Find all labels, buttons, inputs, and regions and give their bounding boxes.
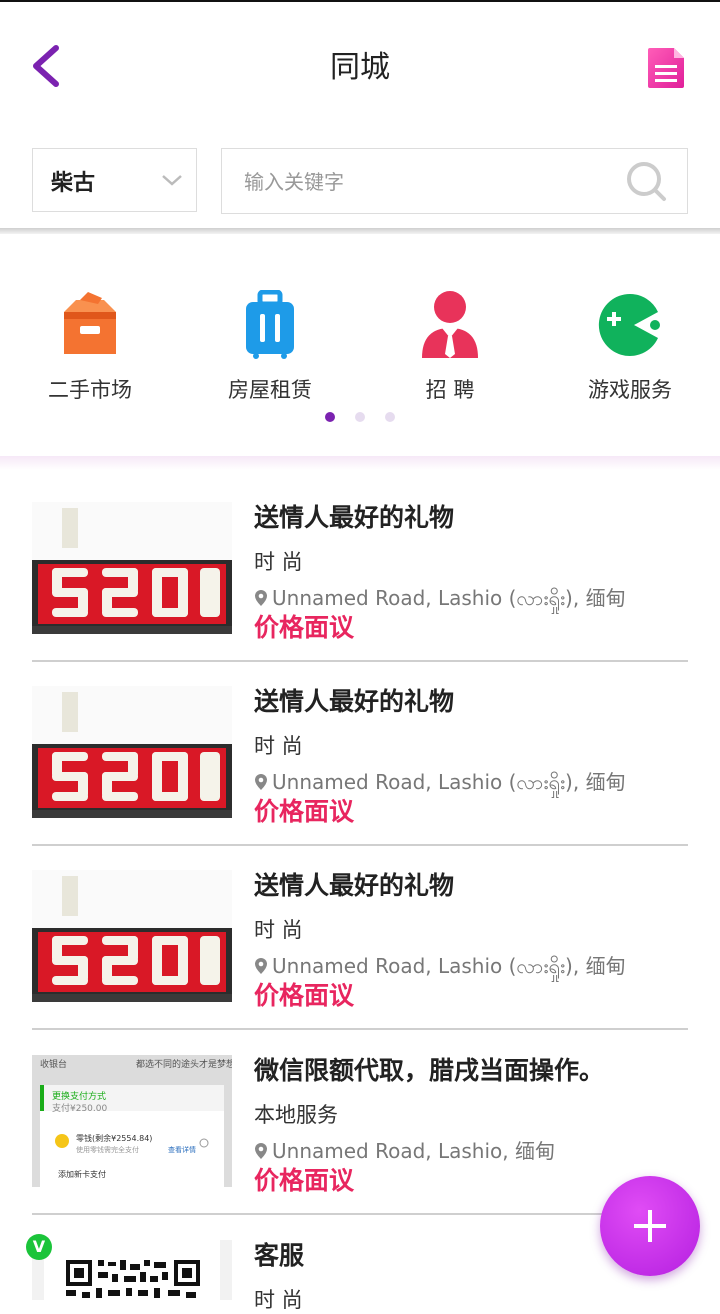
- rose-box-image: [32, 502, 232, 634]
- divider: [0, 456, 720, 470]
- image-text: 使用零钱需完全支付: [76, 1145, 139, 1154]
- listing-image: [32, 870, 232, 1002]
- location-pin-icon: [255, 590, 267, 606]
- category-label: 游戏服务: [588, 378, 672, 402]
- my-posts-button[interactable]: [646, 46, 686, 90]
- chevron-down-icon: [162, 175, 182, 186]
- listing-price: 价格面议: [254, 1166, 355, 1195]
- divider: [32, 1028, 688, 1030]
- location-pin-icon: [255, 774, 267, 790]
- location-pin-icon: [255, 1143, 267, 1159]
- listing-title: 送情人最好的礼物: [254, 503, 455, 532]
- category-label: 二手市场: [48, 378, 132, 402]
- category-games[interactable]: 游戏服务: [550, 290, 710, 410]
- category-second-hand[interactable]: 二手市场: [10, 290, 170, 410]
- location-text: Unnamed Road, Lashio (လားရှိုး), 缅甸: [272, 954, 626, 978]
- listing-image: [32, 1240, 232, 1300]
- person-tie-icon: [422, 291, 478, 358]
- document-icon: [648, 48, 684, 88]
- listing-title: 送情人最好的礼物: [254, 687, 455, 716]
- rose-box-image: [32, 870, 232, 1002]
- header: 同城: [0, 2, 720, 122]
- category-housing[interactable]: 房屋租赁: [190, 290, 350, 410]
- add-post-button[interactable]: [600, 1176, 700, 1276]
- listing-location: Unnamed Road, Lashio, 缅甸: [254, 1135, 555, 1164]
- listing-category: 时 尚: [254, 1288, 303, 1312]
- page-title: 同城: [330, 50, 390, 85]
- city-name: 柴古: [51, 171, 96, 196]
- image-text: 支付¥250.00: [52, 1102, 107, 1114]
- location-text: Unnamed Road, Lashio, 缅甸: [272, 1139, 555, 1163]
- listing-category: 时 尚: [254, 734, 303, 758]
- listing-title: 客服: [254, 1241, 305, 1270]
- image-text: 收银台: [40, 1058, 67, 1070]
- search-input[interactable]: [242, 161, 626, 203]
- divider: [32, 660, 688, 662]
- plus-icon: [648, 1210, 652, 1242]
- listing-category: 本地服务: [254, 1103, 338, 1127]
- suitcase-icon: [246, 290, 294, 359]
- box-icon: [64, 292, 116, 354]
- listing-title: 送情人最好的礼物: [254, 871, 455, 900]
- location-text: Unnamed Road, Lashio (လားရှိုး), 缅甸: [272, 586, 626, 610]
- listing-category: 时 尚: [254, 918, 303, 942]
- list-item[interactable]: 客服 时 尚: [32, 1240, 688, 1312]
- category-label: 房屋租赁: [228, 378, 312, 402]
- page-indicator: [0, 412, 720, 424]
- page-dot[interactable]: [325, 412, 335, 422]
- list-item[interactable]: 送情人最好的礼物 时 尚 Unnamed Road, Lashio (လားရှ…: [32, 870, 688, 1054]
- search-box: [221, 148, 688, 214]
- listing-title: 微信限额代取，腊戌当面操作。: [254, 1056, 605, 1085]
- search-icon[interactable]: [626, 161, 668, 203]
- verified-badge: V: [26, 1234, 52, 1260]
- page-dot[interactable]: [355, 412, 365, 422]
- divider: [32, 844, 688, 846]
- image-text: 都选不同的途头才是梦想: [136, 1058, 232, 1070]
- gamepad-icon: [598, 293, 660, 356]
- city-select[interactable]: 柴古: [32, 148, 197, 212]
- listing-category: 时 尚: [254, 550, 303, 574]
- listing-price: 价格面议: [254, 981, 355, 1010]
- image-text: 零钱(剩余¥2554.84): [76, 1133, 152, 1143]
- listing-price: 价格面议: [254, 613, 355, 642]
- image-text: 查看详情: [168, 1145, 196, 1154]
- listing-image: [32, 502, 232, 634]
- category-jobs[interactable]: 招 聘: [370, 290, 530, 410]
- list-item[interactable]: 收银台 都选不同的途头才是梦想 更换支付方式 支付¥250.00 零钱(剩余¥2…: [32, 1055, 688, 1239]
- listing-image: [32, 686, 232, 818]
- qr-code-image: [32, 1240, 232, 1300]
- rose-box-image: [32, 686, 232, 818]
- image-text: 添加新卡支付: [58, 1169, 106, 1179]
- listing-price: 价格面议: [254, 797, 355, 826]
- location-pin-icon: [255, 958, 267, 974]
- image-text: 更换支付方式: [52, 1090, 106, 1102]
- category-grid: 二手市场 房屋租赁 招 聘 游戏服务: [0, 234, 720, 456]
- listing-image: 收银台 都选不同的途头才是梦想 更换支付方式 支付¥250.00 零钱(剩余¥2…: [32, 1055, 232, 1187]
- list-item[interactable]: 送情人最好的礼物 时 尚 Unnamed Road, Lashio (လားရှ…: [32, 686, 688, 870]
- payment-screenshot-image: 收银台 都选不同的途头才是梦想 更换支付方式 支付¥250.00 零钱(剩余¥2…: [32, 1055, 232, 1187]
- location-text: Unnamed Road, Lashio (လားရှိုး), 缅甸: [272, 770, 626, 794]
- category-label: 招 聘: [425, 378, 475, 402]
- divider: [32, 1213, 688, 1215]
- page-dot[interactable]: [385, 412, 395, 422]
- list-item[interactable]: 送情人最好的礼物 时 尚 Unnamed Road, Lashio (လားရှ…: [32, 502, 688, 686]
